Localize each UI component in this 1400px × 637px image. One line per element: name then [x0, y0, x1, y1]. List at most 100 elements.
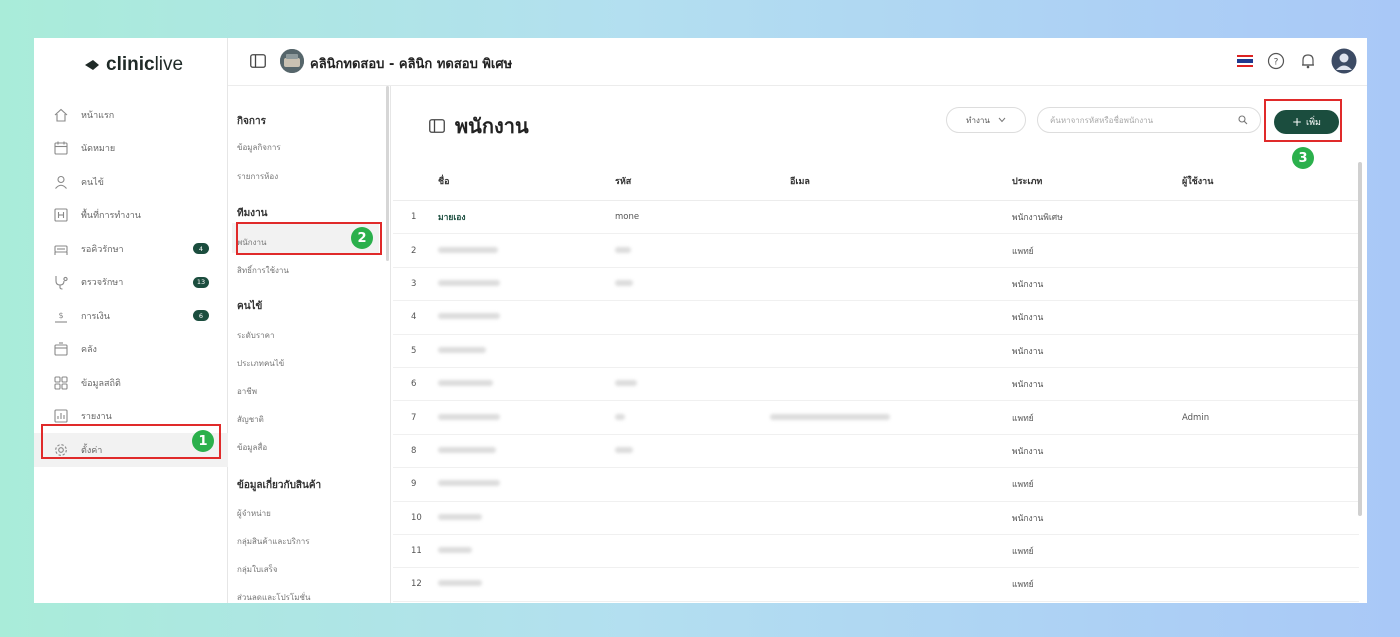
col-type-header[interactable]: ประเภท [1012, 174, 1182, 188]
nav-item-workspace[interactable]: พื้นที่การทำงาน [34, 199, 228, 233]
table-row[interactable]: 5 พนักงาน [393, 335, 1359, 368]
thai-flag-icon[interactable] [1237, 55, 1253, 67]
user-avatar-icon[interactable] [1331, 48, 1357, 74]
employee-code [615, 246, 790, 256]
table-row[interactable]: 11 แพทย์ [393, 535, 1359, 569]
sidebar-toggle-icon[interactable] [250, 54, 266, 68]
submenu-item[interactable]: สัญชาติ [237, 413, 264, 426]
redacted-code [615, 413, 625, 420]
submenu-item[interactable]: ระดับราคา [237, 329, 275, 342]
row-index: 5 [411, 345, 417, 356]
row-index: 12 [411, 579, 422, 590]
help-icon[interactable]: ? [1267, 52, 1285, 70]
table-row[interactable]: 1 มายเอง mone พนักงานพิเศษ [393, 201, 1359, 235]
submenu-item[interactable]: ส่วนลดและโปรโมชั่น [237, 591, 310, 603]
col-code-header[interactable]: รหัส [615, 174, 790, 188]
search-icon [1238, 115, 1248, 125]
top-bar: คลินิกทดสอบ - คลินิก ทดสอบ พิเศษ ? [228, 38, 1367, 86]
submenu-section-title: ทีมงาน [237, 208, 268, 219]
row-index: 6 [411, 379, 417, 390]
table-row[interactable]: 12 แพทย์ [393, 568, 1359, 602]
employee-type: พนักงาน [1012, 380, 1044, 391]
count-badge: 13 [193, 276, 209, 288]
nav-item-label: หน้าแรก [81, 110, 115, 121]
step-badge-1: 1 [192, 430, 214, 452]
redacted-name [438, 279, 500, 286]
table-row[interactable]: 10 พนักงาน [393, 502, 1359, 535]
redacted-code [615, 279, 633, 286]
table-body: 1 มายเอง mone พนักงานพิเศษ 2 แพทย์ 3 พนักงาน 4 พน… [393, 201, 1359, 602]
employee-type: พนักงาน [1012, 313, 1044, 324]
employee-code [615, 379, 790, 389]
nav-item-stethoscope[interactable]: ตรวจรักษา 13 [34, 266, 228, 300]
submenu-item[interactable]: ประเภทคนไข้ [237, 357, 284, 370]
topbar-actions: ? [1237, 48, 1357, 74]
redacted-name [438, 547, 472, 554]
nav-item-label: นัดหมาย [81, 144, 116, 155]
settings-submenu: กิจการ ข้อมูลกิจการ รายการห้อง ทีมงาน พนักงา… [228, 86, 391, 603]
redacted-name [438, 380, 493, 387]
employee-name [438, 513, 615, 523]
nav-item-calendar[interactable]: นัดหมาย [34, 132, 228, 166]
submenu-item[interactable]: ข้อมูลสื่อ [237, 441, 267, 454]
status-filter-select[interactable]: ทำงาน [946, 107, 1026, 133]
employee-user: Admin [1182, 412, 1210, 423]
col-name-header[interactable]: ชื่อ [438, 174, 615, 188]
submenu-item[interactable]: อาชีพ [237, 385, 257, 398]
redacted-name [438, 313, 500, 320]
nav-item-user[interactable]: คนไข้ [34, 165, 228, 199]
table-row[interactable]: 2 แพทย์ [393, 234, 1359, 268]
nav-item-home[interactable]: หน้าแรก [34, 98, 228, 132]
calendar-icon [54, 141, 68, 155]
redacted-email [770, 413, 890, 420]
nav-item-box[interactable]: คลัง [34, 333, 228, 367]
employee-type: แพทย์ [1012, 413, 1034, 424]
submenu-scrollbar[interactable] [386, 86, 389, 261]
redacted-name [438, 513, 482, 520]
table-row[interactable]: 8 พนักงาน [393, 435, 1359, 469]
nav-item-bed[interactable]: รอคิวรักษา 4 [34, 232, 228, 266]
submenu-item[interactable]: กลุ่มใบเสร็จ [237, 563, 278, 576]
redacted-code [615, 446, 633, 453]
workspace-icon [54, 208, 68, 222]
table-row[interactable]: 6 พนักงาน [393, 368, 1359, 402]
employee-type: แพทย์ [1012, 580, 1034, 591]
row-index: 3 [411, 278, 417, 289]
table-row[interactable]: 4 พนักงาน [393, 301, 1359, 335]
nav-item-label: ตรวจรักษา [81, 278, 124, 289]
submenu-item[interactable]: ข้อมูลกิจการ [237, 141, 281, 154]
submenu-item[interactable]: ผู้จำหน่าย [237, 507, 271, 520]
employee-search-input[interactable]: ค้นหาจากรหัสหรือชื่อพนักงาน [1037, 107, 1261, 133]
page-header: พนักงาน [429, 110, 529, 142]
submenu-item[interactable]: รายการห้อง [237, 170, 278, 183]
chevron-down-icon [998, 117, 1006, 123]
col-user-header[interactable]: ผู้ใช้งาน [1182, 174, 1322, 188]
stats-icon [54, 376, 68, 390]
submenu-item[interactable]: กลุ่มสินค้าและบริการ [237, 535, 310, 548]
table-row[interactable]: 7 แพทย์ Admin [393, 401, 1359, 435]
employee-table: ชื่อ รหัส อีเมล ประเภท ผู้ใช้งาน 1 มายเอง… [393, 162, 1359, 602]
col-email-header[interactable]: อีเมล [790, 174, 1012, 188]
bell-icon[interactable] [1299, 52, 1317, 70]
employee-name [438, 546, 615, 556]
main-scrollbar[interactable] [1358, 162, 1362, 516]
submenu-item[interactable]: สิทธิ์การใช้งาน [237, 264, 289, 277]
employee-name: มายเอง [438, 213, 466, 224]
employee-name [438, 279, 615, 289]
main-content: พนักงาน ทำงาน ค้นหาจากรหัสหรือชื่อพนักงา… [391, 86, 1367, 603]
submenu-section-title: ข้อมูลเกี่ยวกับสินค้า [237, 480, 322, 491]
nav-item-money[interactable]: $ การเงิน 6 [34, 299, 228, 333]
table-row[interactable]: 9 แพทย์ [393, 468, 1359, 502]
clinic-logo[interactable]: cliniclive [84, 54, 183, 76]
submenu-section-title: คนไข้ [237, 301, 263, 312]
employee-type: พนักงานพิเศษ [1012, 213, 1063, 224]
employee-name [438, 479, 615, 489]
table-row[interactable]: 3 พนักงาน [393, 268, 1359, 302]
employee-name [438, 413, 615, 423]
nav-item-stats[interactable]: ข้อมูลสถิติ [34, 366, 228, 400]
row-index: 2 [411, 245, 417, 256]
redacted-name [438, 246, 498, 253]
redacted-code [615, 246, 631, 253]
redacted-name [438, 346, 486, 353]
employee-type: พนักงาน [1012, 446, 1044, 457]
